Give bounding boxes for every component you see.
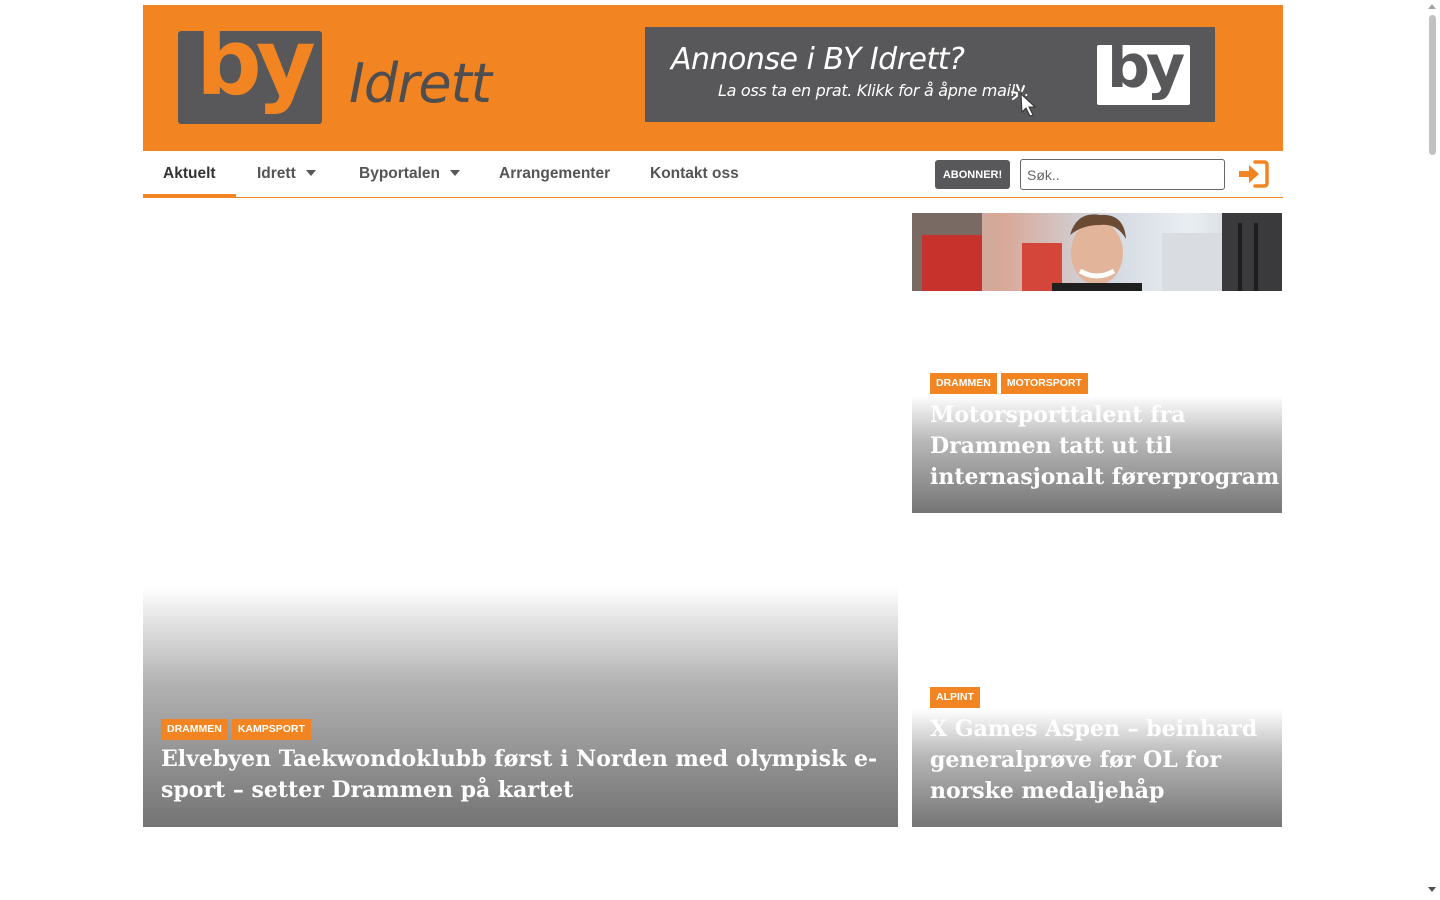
caret-down-icon <box>449 169 460 176</box>
nav-item-label: Byportalen <box>359 165 440 182</box>
nav-item-arrangementer[interactable]: Arrangementer <box>499 151 610 197</box>
by-logo[interactable]: by <box>178 31 322 124</box>
caret-down-icon <box>305 169 316 176</box>
main-nav: Aktuelt Idrett Byportalen Arrangementer … <box>143 151 1283 198</box>
nav-item-aktuelt[interactable]: Aktuelt <box>143 151 236 197</box>
ad-by-logo: by <box>1097 45 1190 105</box>
ad-title: Annonse i BY Idrett? <box>671 42 965 77</box>
article-tags: DRAMMEN MOTORSPORT <box>930 373 1088 394</box>
nav-item-label: Aktuelt <box>163 165 216 182</box>
article-title[interactable]: Elvebyen Taekwondoklubb først i Norden m… <box>161 744 881 806</box>
tag-alpint[interactable]: ALPINT <box>930 687 980 708</box>
article-grid: DRAMMEN KAMPSPORT Elvebyen Taekwondoklub… <box>143 198 1283 838</box>
site-header: by Idrett Annonse i BY Idrett? La oss ta… <box>143 5 1283 151</box>
nav-item-label: Idrett <box>257 165 296 182</box>
search-input[interactable] <box>1020 159 1225 190</box>
article-card-main[interactable]: DRAMMEN KAMPSPORT Elvebyen Taekwondoklub… <box>143 213 898 827</box>
page-scrollbar[interactable] <box>1425 0 1440 900</box>
nav-item-label: Arrangementer <box>499 165 611 182</box>
article-title[interactable]: Motorsporttalent fra Drammen tatt ut til… <box>930 400 1280 493</box>
login-icon[interactable] <box>1237 160 1269 188</box>
ad-logo-text: by <box>1107 45 1185 102</box>
article-title[interactable]: X Games Aspen – beinhard generalprøve fø… <box>930 714 1280 807</box>
tag-drammen[interactable]: DRAMMEN <box>930 373 997 394</box>
page: by Idrett Annonse i BY Idrett? La oss ta… <box>143 5 1283 838</box>
article-thumbnail <box>912 213 1282 291</box>
tag-kampsport[interactable]: KAMPSPORT <box>231 719 311 740</box>
article-tags: ALPINT <box>930 687 980 708</box>
tag-drammen[interactable]: DRAMMEN <box>161 719 228 740</box>
scroll-thumb[interactable] <box>1429 15 1436 155</box>
article-tags: DRAMMEN KAMPSPORT <box>161 719 311 740</box>
scroll-up-arrow-icon[interactable] <box>1428 4 1436 9</box>
scroll-down-arrow-icon[interactable] <box>1428 887 1436 892</box>
article-card-side-bottom[interactable]: ALPINT X Games Aspen – beinhard generalp… <box>912 527 1282 827</box>
nav-item-label: Kontakt oss <box>650 165 739 182</box>
ad-subtitle: La oss ta en prat. Klikk for å åpne mail… <box>718 81 1030 100</box>
ad-banner[interactable]: Annonse i BY Idrett? La oss ta en prat. … <box>645 27 1215 122</box>
nav-item-kontakt[interactable]: Kontakt oss <box>650 151 739 197</box>
article-card-side-top[interactable]: DRAMMEN MOTORSPORT Motorsporttalent fra … <box>912 213 1282 513</box>
click-cursor-icon <box>1011 84 1037 117</box>
nav-item-idrett[interactable]: Idrett <box>257 151 316 197</box>
subscribe-button[interactable]: ABONNER! <box>935 160 1010 189</box>
tag-motorsport[interactable]: MOTORSPORT <box>1000 373 1088 394</box>
nav-item-byportalen[interactable]: Byportalen <box>359 151 460 197</box>
logo-section-name[interactable]: Idrett <box>349 57 492 111</box>
logo-text: by <box>196 31 316 116</box>
